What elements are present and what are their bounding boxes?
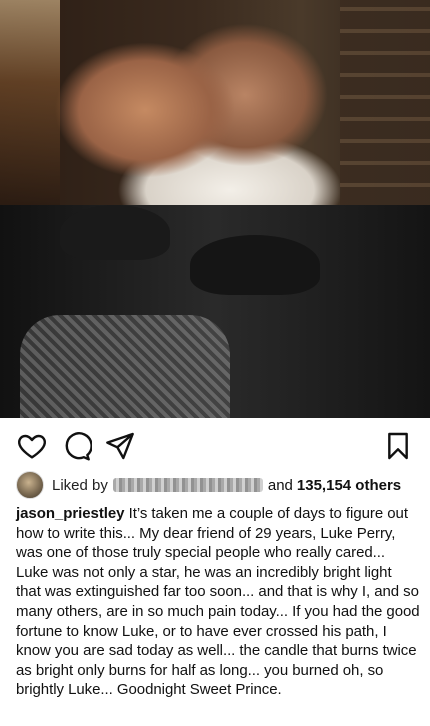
post-caption: jason_priestley It’s taken me a couple o…: [16, 504, 420, 700]
redacted-username: [112, 478, 263, 492]
liked-by-label: Liked by: [52, 476, 108, 494]
photo-background-lamp: [0, 0, 60, 205]
post-photo-bottom[interactable]: [0, 205, 430, 418]
photo-hair-right: [190, 235, 320, 295]
likes-summary[interactable]: Liked by and 135,154 others: [16, 470, 426, 500]
post-action-bar: [0, 428, 430, 464]
heart-outline-icon[interactable]: [16, 430, 48, 462]
caption-text: It’s taken me a couple of days to figure…: [16, 505, 420, 699]
post-photo-top[interactable]: [0, 0, 430, 205]
comment-bubble-icon[interactable]: [60, 430, 93, 462]
caption-username[interactable]: jason_priestley: [16, 505, 125, 522]
photo-background-bookshelf: [340, 0, 430, 205]
bookmark-outline-icon[interactable]: [382, 430, 414, 462]
likes-count[interactable]: 135,154 others: [297, 477, 401, 494]
liker-avatar[interactable]: [16, 471, 44, 499]
photo-hair-left: [60, 205, 170, 260]
paper-plane-icon[interactable]: [104, 430, 136, 462]
likes-connector: and: [267, 476, 293, 494]
photo-patterned-shirt: [20, 315, 230, 418]
